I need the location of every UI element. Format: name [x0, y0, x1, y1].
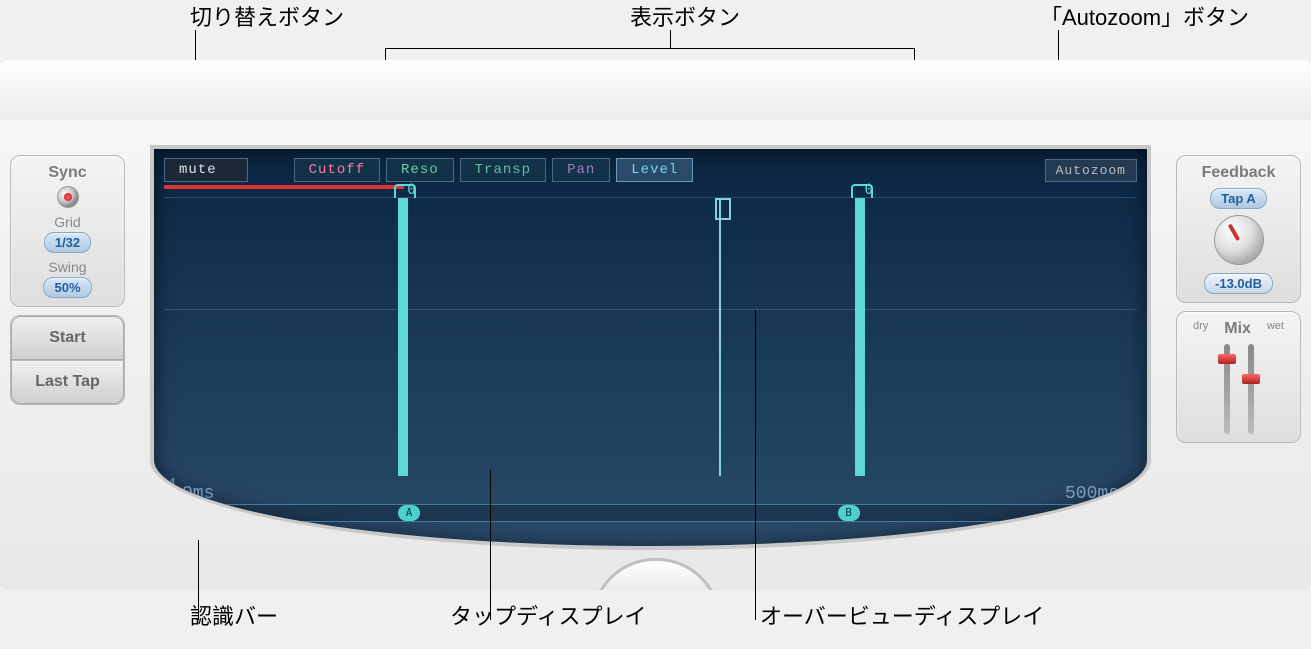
display-inner: mute Cutoff Reso Transp Pan Level Autozo… — [164, 157, 1137, 526]
callout-overview-label: オーバービューディスプレイ — [760, 599, 1044, 631]
callout-autozoom-label: 「Autozoom」ボタン — [1040, 0, 1249, 32]
overview-tap-b[interactable]: B — [838, 505, 860, 521]
callout-bracket-view — [385, 48, 915, 49]
view-reso-button[interactable]: Reso — [386, 158, 454, 182]
callout-tapdisplay-label: タップディスプレイ — [450, 599, 646, 631]
callout-line — [490, 470, 491, 620]
tap-display[interactable]: mute Cutoff Reso Transp Pan Level Autozo… — [150, 145, 1151, 550]
wet-fader[interactable] — [1248, 344, 1254, 434]
overview-tap-a[interactable]: A — [398, 505, 420, 521]
start-button[interactable]: Start — [11, 316, 124, 360]
feedback-tap-select[interactable]: Tap A — [1210, 188, 1267, 209]
last-tap-button[interactable]: Last Tap — [11, 360, 124, 404]
right-panel: Feedback Tap A -13.0dB dry Mix wet — [1176, 155, 1301, 451]
feedback-knob[interactable] — [1214, 215, 1264, 265]
mix-label: Mix — [1224, 320, 1251, 338]
left-panel: Sync Grid 1/32 Swing 50% Start Last Tap — [10, 155, 125, 413]
identify-bar[interactable] — [164, 185, 404, 189]
overview-display[interactable]: A B — [182, 504, 1119, 522]
view-pan-button[interactable]: Pan — [552, 158, 610, 182]
view-tab-row: mute Cutoff Reso Transp Pan Level Autozo… — [164, 157, 1137, 183]
dry-label: dry — [1193, 320, 1208, 338]
grid-label: Grid — [17, 214, 118, 230]
dry-fader[interactable] — [1224, 344, 1230, 434]
callout-view-label: 表示ボタン — [630, 0, 740, 32]
feedback-db-value[interactable]: -13.0dB — [1204, 273, 1273, 294]
timeline-start: 0ms — [182, 484, 214, 504]
transport-group: Start Last Tap — [10, 315, 125, 405]
sync-label: Sync — [17, 164, 118, 182]
tap-b-bar[interactable] — [855, 198, 865, 476]
callout-toggle-label: 切り替えボタン — [190, 0, 344, 32]
tap-b-value: 0 — [865, 182, 873, 198]
autozoom-button[interactable]: Autozoom — [1045, 159, 1137, 182]
view-cutoff-button[interactable]: Cutoff — [294, 158, 380, 182]
view-level-button[interactable]: Level — [616, 158, 693, 182]
callout-row-top: 切り替えボタン 表示ボタン 「Autozoom」ボタン — [0, 0, 1311, 60]
plugin-window: Sync Grid 1/32 Swing 50% Start Last Tap … — [0, 60, 1311, 590]
tap-a-bar[interactable] — [398, 198, 408, 476]
callout-row-bottom: 認識バー タップディスプレイ オーバービューディスプレイ — [0, 599, 1311, 649]
feedback-label: Feedback — [1183, 164, 1294, 182]
sync-toggle[interactable] — [57, 186, 79, 208]
tap-a-value: 0 — [407, 182, 415, 198]
grid-value[interactable]: 1/32 — [44, 232, 91, 253]
wet-label: wet — [1267, 320, 1284, 338]
feedback-group: Feedback Tap A -13.0dB — [1176, 155, 1301, 303]
swing-value[interactable]: 50% — [43, 277, 91, 298]
sync-group: Sync Grid 1/32 Swing 50% — [10, 155, 125, 307]
graph-area[interactable]: 0 0 — [164, 197, 1137, 476]
swing-label: Swing — [17, 259, 118, 275]
tap-pad[interactable]: Tap — [591, 558, 721, 590]
mix-group: dry Mix wet — [1176, 311, 1301, 443]
overview-cursor[interactable] — [719, 198, 721, 476]
mute-toggle-button[interactable]: mute — [164, 158, 248, 182]
timeline-end: 500ms — [1065, 484, 1119, 504]
callout-line — [755, 310, 756, 620]
time-signature: 4 4 — [166, 479, 177, 508]
callout-line — [670, 30, 671, 48]
callout-idbar-label: 認識バー — [190, 599, 278, 631]
view-transp-button[interactable]: Transp — [460, 158, 546, 182]
